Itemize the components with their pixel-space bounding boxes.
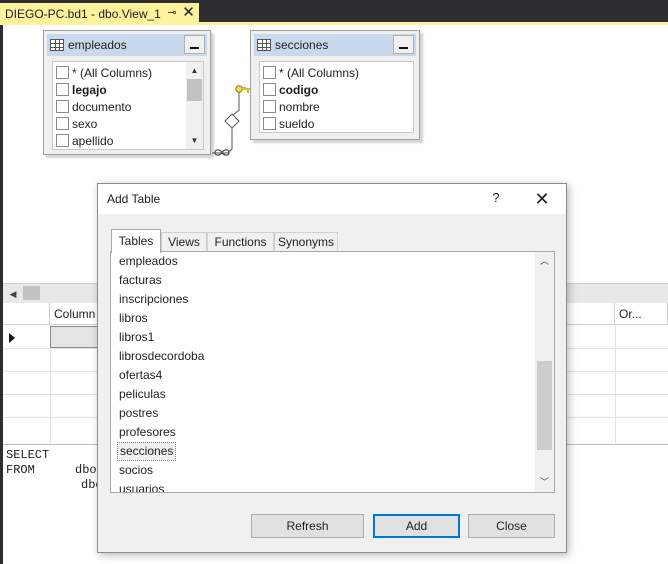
table-header[interactable]: secciones — [254, 34, 416, 56]
column-row-sueldo[interactable]: sueldo — [260, 115, 410, 132]
list-item[interactable]: librosdecordoba — [111, 347, 535, 366]
sql-select-keyword: SELECT — [6, 448, 50, 462]
grid-selected-cell[interactable] — [50, 326, 101, 348]
tables-list[interactable]: empleados facturas inscripciones libros … — [111, 252, 535, 492]
grid-col-divider — [615, 325, 616, 445]
column-checkbox[interactable] — [56, 83, 69, 96]
column-row-codigo[interactable]: codigo — [260, 81, 410, 98]
column-list[interactable]: * (All Columns) legajo documento sexo ap… — [52, 61, 204, 150]
key-icon — [235, 85, 250, 93]
minimize-button[interactable] — [184, 35, 205, 54]
sql-from-keyword: FROM — [6, 463, 35, 477]
close-button[interactable]: Close — [468, 514, 555, 538]
add-table-dialog[interactable]: Add Table ? ✕ Tables Views Functions Syn… — [97, 183, 567, 553]
chevron-up-icon[interactable]: ︿ — [535, 252, 554, 271]
scroll-thumb[interactable] — [537, 361, 552, 450]
list-item[interactable]: libros — [111, 309, 535, 328]
column-row-all[interactable]: * (All Columns) — [260, 64, 410, 81]
column-checkbox[interactable] — [56, 100, 69, 113]
infinity-icon — [214, 149, 230, 156]
refresh-button[interactable]: Refresh — [251, 514, 364, 538]
scroll-up-icon[interactable]: ▲ — [186, 62, 203, 79]
scroll-down-icon[interactable]: ▼ — [186, 132, 203, 149]
column-row-legajo[interactable]: legajo — [53, 81, 185, 98]
column-checkbox[interactable] — [56, 134, 69, 147]
grid-header-or[interactable]: Or... — [615, 303, 668, 325]
column-row-sexo[interactable]: sexo — [53, 115, 185, 132]
table-card-empleados[interactable]: empleados * (All Columns) legajo documen… — [43, 30, 211, 155]
table-header[interactable]: empleados — [47, 34, 207, 56]
current-row-arrow-icon — [9, 333, 15, 343]
tab-views[interactable]: Views — [161, 232, 207, 252]
pin-icon[interactable]: ⊸ — [165, 6, 179, 20]
close-tab-icon[interactable]: ✕ — [181, 5, 196, 21]
list-item[interactable]: ofertas4 — [111, 366, 535, 385]
list-item[interactable]: empleados — [111, 252, 535, 271]
tab-synonyms[interactable]: Synonyms — [274, 232, 338, 252]
tab-tables[interactable]: Tables — [111, 229, 161, 253]
table-grid-icon — [50, 39, 64, 51]
column-list-scrollbar[interactable]: ▲ ▼ — [186, 62, 203, 149]
list-item[interactable]: postres — [111, 404, 535, 423]
document-tab-strip: DIEGO-PC.bd1 - dbo.View_1 ⊸ ✕ — [0, 0, 668, 25]
scroll-thumb[interactable] — [23, 286, 40, 300]
list-item[interactable]: inscripciones — [111, 290, 535, 309]
table-grid-icon — [257, 39, 271, 51]
dialog-titlebar[interactable]: Add Table ? ✕ — [98, 184, 566, 214]
column-checkbox[interactable] — [263, 66, 276, 79]
list-scrollbar[interactable]: ︿ ﹀ — [535, 252, 554, 492]
column-checkbox[interactable] — [56, 117, 69, 130]
column-row-apellido[interactable]: apellido — [53, 132, 185, 149]
help-button[interactable]: ? — [488, 190, 504, 208]
scroll-thumb[interactable] — [187, 79, 202, 101]
scroll-left-icon[interactable]: ◀ — [5, 286, 21, 302]
add-button[interactable]: Add — [373, 514, 460, 538]
column-checkbox[interactable] — [263, 100, 276, 113]
table-name: empleados — [68, 38, 127, 52]
list-item-selected[interactable]: secciones — [111, 442, 535, 461]
chevron-down-icon[interactable]: ﹀ — [535, 473, 554, 492]
column-row-nombre[interactable]: nombre — [260, 98, 410, 115]
tables-listbox[interactable]: empleados facturas inscripciones libros … — [110, 251, 555, 493]
document-tab-title: DIEGO-PC.bd1 - dbo.View_1 — [5, 7, 161, 21]
list-item[interactable]: socios — [111, 461, 535, 480]
column-list[interactable]: * (All Columns) codigo nombre sueldo — [259, 61, 414, 133]
column-row-documento[interactable]: documento — [53, 98, 185, 115]
column-checkbox[interactable] — [56, 66, 69, 79]
list-item[interactable]: peliculas — [111, 385, 535, 404]
close-dialog-icon[interactable]: ✕ — [532, 188, 552, 210]
list-item[interactable]: libros1 — [111, 328, 535, 347]
tab-functions[interactable]: Functions — [207, 232, 274, 252]
minimize-button[interactable] — [393, 35, 414, 54]
list-item[interactable]: facturas — [111, 271, 535, 290]
table-name: secciones — [275, 38, 329, 52]
column-checkbox[interactable] — [263, 83, 276, 96]
column-row-all[interactable]: * (All Columns) — [53, 64, 185, 81]
column-checkbox[interactable] — [263, 117, 276, 130]
grid-corner-header — [3, 303, 50, 325]
dialog-title: Add Table — [107, 192, 161, 206]
list-item[interactable]: usuarios — [111, 480, 535, 492]
table-card-secciones[interactable]: secciones * (All Columns) codigo nombre … — [250, 30, 420, 140]
list-item[interactable]: profesores — [111, 423, 535, 442]
